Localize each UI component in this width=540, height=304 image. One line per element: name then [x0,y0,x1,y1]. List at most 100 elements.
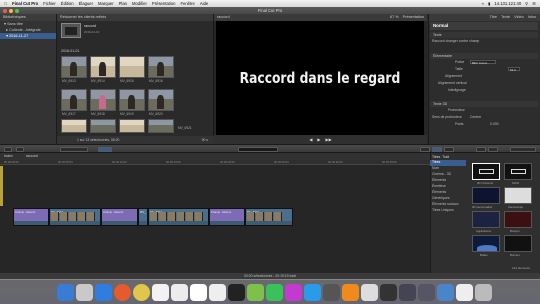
clip-thumbnail[interactable] [148,56,174,78]
index-button[interactable]: Index [4,154,13,158]
playhead-marker[interactable] [0,166,3,206]
section-3d[interactable]: Texte 3D [430,101,538,107]
text-value[interactable]: Raccord changer contre champ [432,39,479,43]
clip-thumbnail[interactable] [90,89,116,111]
preview-icon[interactable] [361,284,378,301]
select-tool-button[interactable] [98,146,112,152]
view-menu[interactable]: Présentation [403,14,424,21]
safari-icon[interactable] [95,284,112,301]
clip-thumbnail[interactable] [119,89,145,111]
title-template[interactable] [504,235,532,252]
category-item[interactable]: Cinéma - 3D [432,172,451,176]
category-item[interactable]: Titres Uniques [432,208,454,212]
itunes-icon[interactable] [285,284,302,301]
downloads-icon[interactable] [437,284,454,301]
clip-thumbnail[interactable] [90,119,116,133]
clock[interactable]: 14.131.121:40 [494,0,521,7]
folder-icon[interactable] [399,284,416,301]
titles-button[interactable] [476,146,486,152]
photos-icon[interactable] [152,284,169,301]
menu-fichier[interactable]: Fichier [43,0,56,7]
system-preferences-icon[interactable] [323,284,340,301]
title-template[interactable] [472,235,500,252]
menu-marquer[interactable]: Marquer [98,0,114,7]
prev-icon[interactable]: ◀ [309,137,312,142]
calendar-icon[interactable] [190,284,207,301]
clip-thumbnail[interactable] [90,56,116,78]
finder-icon[interactable] [57,284,74,301]
chrome-icon[interactable] [133,284,150,301]
category-item[interactable]: Éléments [432,190,446,194]
generators-button[interactable] [488,146,498,152]
section-basic[interactable]: Élémentaire [430,53,538,59]
close-button[interactable] [3,8,7,13]
search-icon[interactable]: ⚲ [525,0,528,7]
wifi-icon[interactable]: ≈ [482,0,484,7]
firefox-icon[interactable] [114,284,131,301]
next-icon[interactable]: ▶▶ [326,137,332,142]
category-item[interactable]: Génériques [432,196,450,200]
trash-icon[interactable] [475,284,492,301]
zoom-button[interactable] [15,8,19,13]
video-clip[interactable]: MV_6914 [148,208,209,226]
clip-thumbnail[interactable] [61,89,87,111]
clip-thumbnail[interactable] [148,119,174,133]
title-template[interactable] [504,211,532,228]
import-button[interactable] [4,146,12,152]
vlc-icon[interactable] [342,284,359,301]
depth-direction-value[interactable]: Centrer [470,115,481,119]
menu-plan[interactable]: Plan [119,0,127,7]
zoom-menu[interactable]: 67 % [390,14,399,21]
app-store-icon[interactable] [304,284,321,301]
contacts-icon[interactable] [171,284,188,301]
menu-app[interactable]: Final Cut Pro [12,0,38,7]
folder-icon[interactable] [418,284,435,301]
title-clip[interactable]: Champ - Raccor [101,208,138,226]
title-template[interactable] [504,187,532,204]
minimize-button[interactable] [9,8,13,13]
title-template[interactable] [472,187,500,204]
menu-presentation[interactable]: Présentation [152,0,176,7]
edit-mode-buttons[interactable] [60,146,88,152]
project-thumbnail[interactable] [61,23,81,38]
category-selected[interactable]: Titres [432,160,440,164]
category-item[interactable]: Nom [432,166,439,170]
category-item[interactable]: Éléments [432,178,446,182]
menu-modifier[interactable]: Modifier [132,0,147,7]
launchpad-icon[interactable] [76,284,93,301]
menu-elaguer[interactable]: Élaguer [79,0,93,7]
video-clip[interactable]: MV_6913 [49,208,101,226]
media-button[interactable] [432,146,442,152]
clip-thumbnail[interactable] [61,119,87,133]
clip-thumbnail[interactable] [119,119,145,133]
font-field[interactable]: BEV Const... [470,60,496,65]
category-item[interactable]: Éléments sociaux [432,202,459,206]
notes-icon[interactable] [209,284,226,301]
tab-video[interactable]: Vidéo [514,14,524,21]
tab-infos[interactable]: Infos [528,14,536,21]
facetime-icon[interactable] [266,284,283,301]
title-clip[interactable]: Champ - Raccor [13,208,49,226]
category-item[interactable]: Émetteur [432,184,446,188]
play-icon[interactable]: ▶ [317,137,320,142]
size-field[interactable]: 63.0 [508,67,520,72]
clip-thumbnail[interactable] [119,56,145,78]
tab-texte[interactable]: Texte [501,14,510,21]
menu-fenetre[interactable]: Fenêtre [180,0,194,7]
document-icon[interactable] [456,284,473,301]
clip-thumbnail[interactable] [61,56,87,78]
library-item-selected[interactable]: ▾ 2016-11-27 [0,33,56,39]
final-cut-pro-icon[interactable] [228,284,245,301]
timeline-ruler[interactable]: 00:00:00:00 00:00:05:00 00:00:10:00 00:0… [0,160,430,165]
inspector-toggle[interactable] [420,146,430,152]
video-clip[interactable]: MV_6916 [245,208,293,226]
title-clip[interactable]: Champ - Raccor [209,208,245,226]
menu-aide[interactable]: Aide [200,0,208,7]
weight-value[interactable]: 0.000 [490,122,499,126]
title-template[interactable] [472,211,500,228]
title-template[interactable] [472,163,500,180]
menu-edition[interactable]: Édition [61,0,74,7]
title-template[interactable] [504,163,532,180]
tab-titre[interactable]: Titre [490,14,497,21]
messages-icon[interactable] [247,284,264,301]
